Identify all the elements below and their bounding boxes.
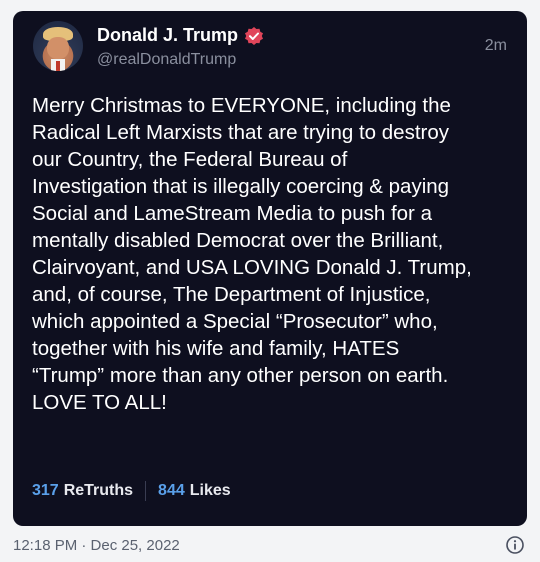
post-text-line: Clairvoyant, and USA LOVING Donald J. Tr… bbox=[32, 256, 472, 279]
post-text: Merry Christmas to EVERYONE, including t… bbox=[32, 92, 508, 416]
avatar-face bbox=[47, 37, 69, 59]
verified-badge-icon bbox=[245, 26, 264, 45]
post-text-line: mentally disabled Democrat over the Bril… bbox=[32, 229, 444, 252]
post-text-line: together with his wife and family, HATES bbox=[32, 337, 400, 360]
retruths-label: ReTruths bbox=[63, 482, 134, 499]
author-name-row[interactable]: Donald J. Trump bbox=[97, 25, 264, 46]
likes-label: Likes bbox=[189, 482, 231, 499]
post-text-line: LOVE TO ALL! bbox=[32, 391, 167, 414]
post-timestamp[interactable]: 12:18 PM · Dec 25, 2022 bbox=[13, 537, 180, 554]
post-text-line: our Country, the Federal Bureau of bbox=[32, 148, 348, 171]
post-text-line: Merry Christmas to EVERYONE, including t… bbox=[32, 94, 451, 117]
likes-count: 844 bbox=[158, 482, 185, 499]
info-icon[interactable] bbox=[505, 535, 525, 555]
avatar-tie bbox=[56, 61, 60, 71]
avatar[interactable] bbox=[33, 21, 83, 71]
post-text-line: which appointed a Special “Prosecutor” w… bbox=[32, 310, 438, 333]
post-text-line: “Trump” more than any other person on ea… bbox=[32, 364, 449, 387]
post-text-line: Radical Left Marxists that are trying to… bbox=[32, 121, 450, 144]
author-handle[interactable]: @realDonaldTrump bbox=[97, 51, 236, 69]
retruths-count: 317 bbox=[32, 482, 59, 499]
author-name[interactable]: Donald J. Trump bbox=[97, 25, 238, 46]
post-card[interactable]: Donald J. Trump @realDonaldTrump 2m Merr… bbox=[13, 11, 527, 526]
post-text-line: Investigation that is illegally coercing… bbox=[32, 175, 450, 198]
post-time-ago[interactable]: 2m bbox=[485, 37, 507, 55]
post-text-line: Social and LameStream Media to push for … bbox=[32, 202, 432, 225]
likes-link[interactable]: 844 Likes bbox=[158, 482, 231, 500]
post-stats: 317 ReTruths 844 Likes bbox=[32, 481, 231, 501]
stats-divider bbox=[145, 481, 147, 501]
retruths-link[interactable]: 317 ReTruths bbox=[32, 482, 133, 500]
post-text-line: and, of course, The Department of Injust… bbox=[32, 283, 431, 306]
